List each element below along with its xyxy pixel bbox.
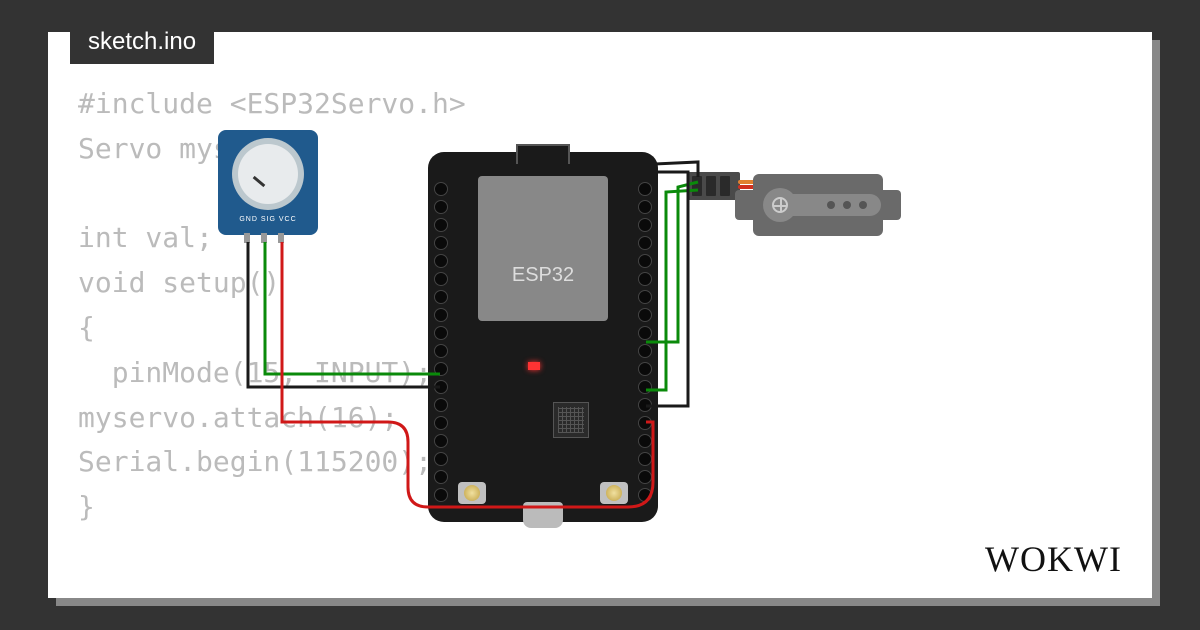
esp32-antenna [516, 144, 570, 164]
file-tab-label: sketch.ino [88, 28, 196, 55]
servo-connector [688, 172, 740, 200]
esp32-boot-button[interactable] [458, 482, 486, 504]
esp32-usb-port [523, 502, 563, 528]
pot-pin-labels: GND SIG VCC [218, 216, 318, 223]
pot-knob[interactable] [238, 144, 298, 204]
esp32-rf-shield: ESP32 [478, 176, 608, 321]
esp32-header-right [638, 182, 652, 502]
esp32-power-led [528, 362, 540, 370]
potentiometer-module[interactable]: GND SIG VCC [218, 130, 318, 235]
canvas-frame: #include <ESP32Servo.h> Servo myse int v… [48, 32, 1152, 598]
servo-screw-icon [772, 197, 788, 213]
circuit-diagram[interactable]: GND SIG VCC ESP32 [48, 32, 1152, 598]
esp32-en-button[interactable] [600, 482, 628, 504]
wokwi-logo: WOKWI [985, 538, 1122, 580]
esp32-board[interactable]: ESP32 [428, 152, 658, 522]
esp32-header-left [434, 182, 448, 502]
servo-motor[interactable] [753, 174, 883, 236]
file-tab[interactable]: sketch.ino [70, 20, 214, 64]
esp32-chip-label: ESP32 [478, 264, 608, 287]
pot-pins [244, 233, 284, 243]
servo-hub [763, 188, 797, 222]
esp32-usb-chip [553, 402, 589, 438]
